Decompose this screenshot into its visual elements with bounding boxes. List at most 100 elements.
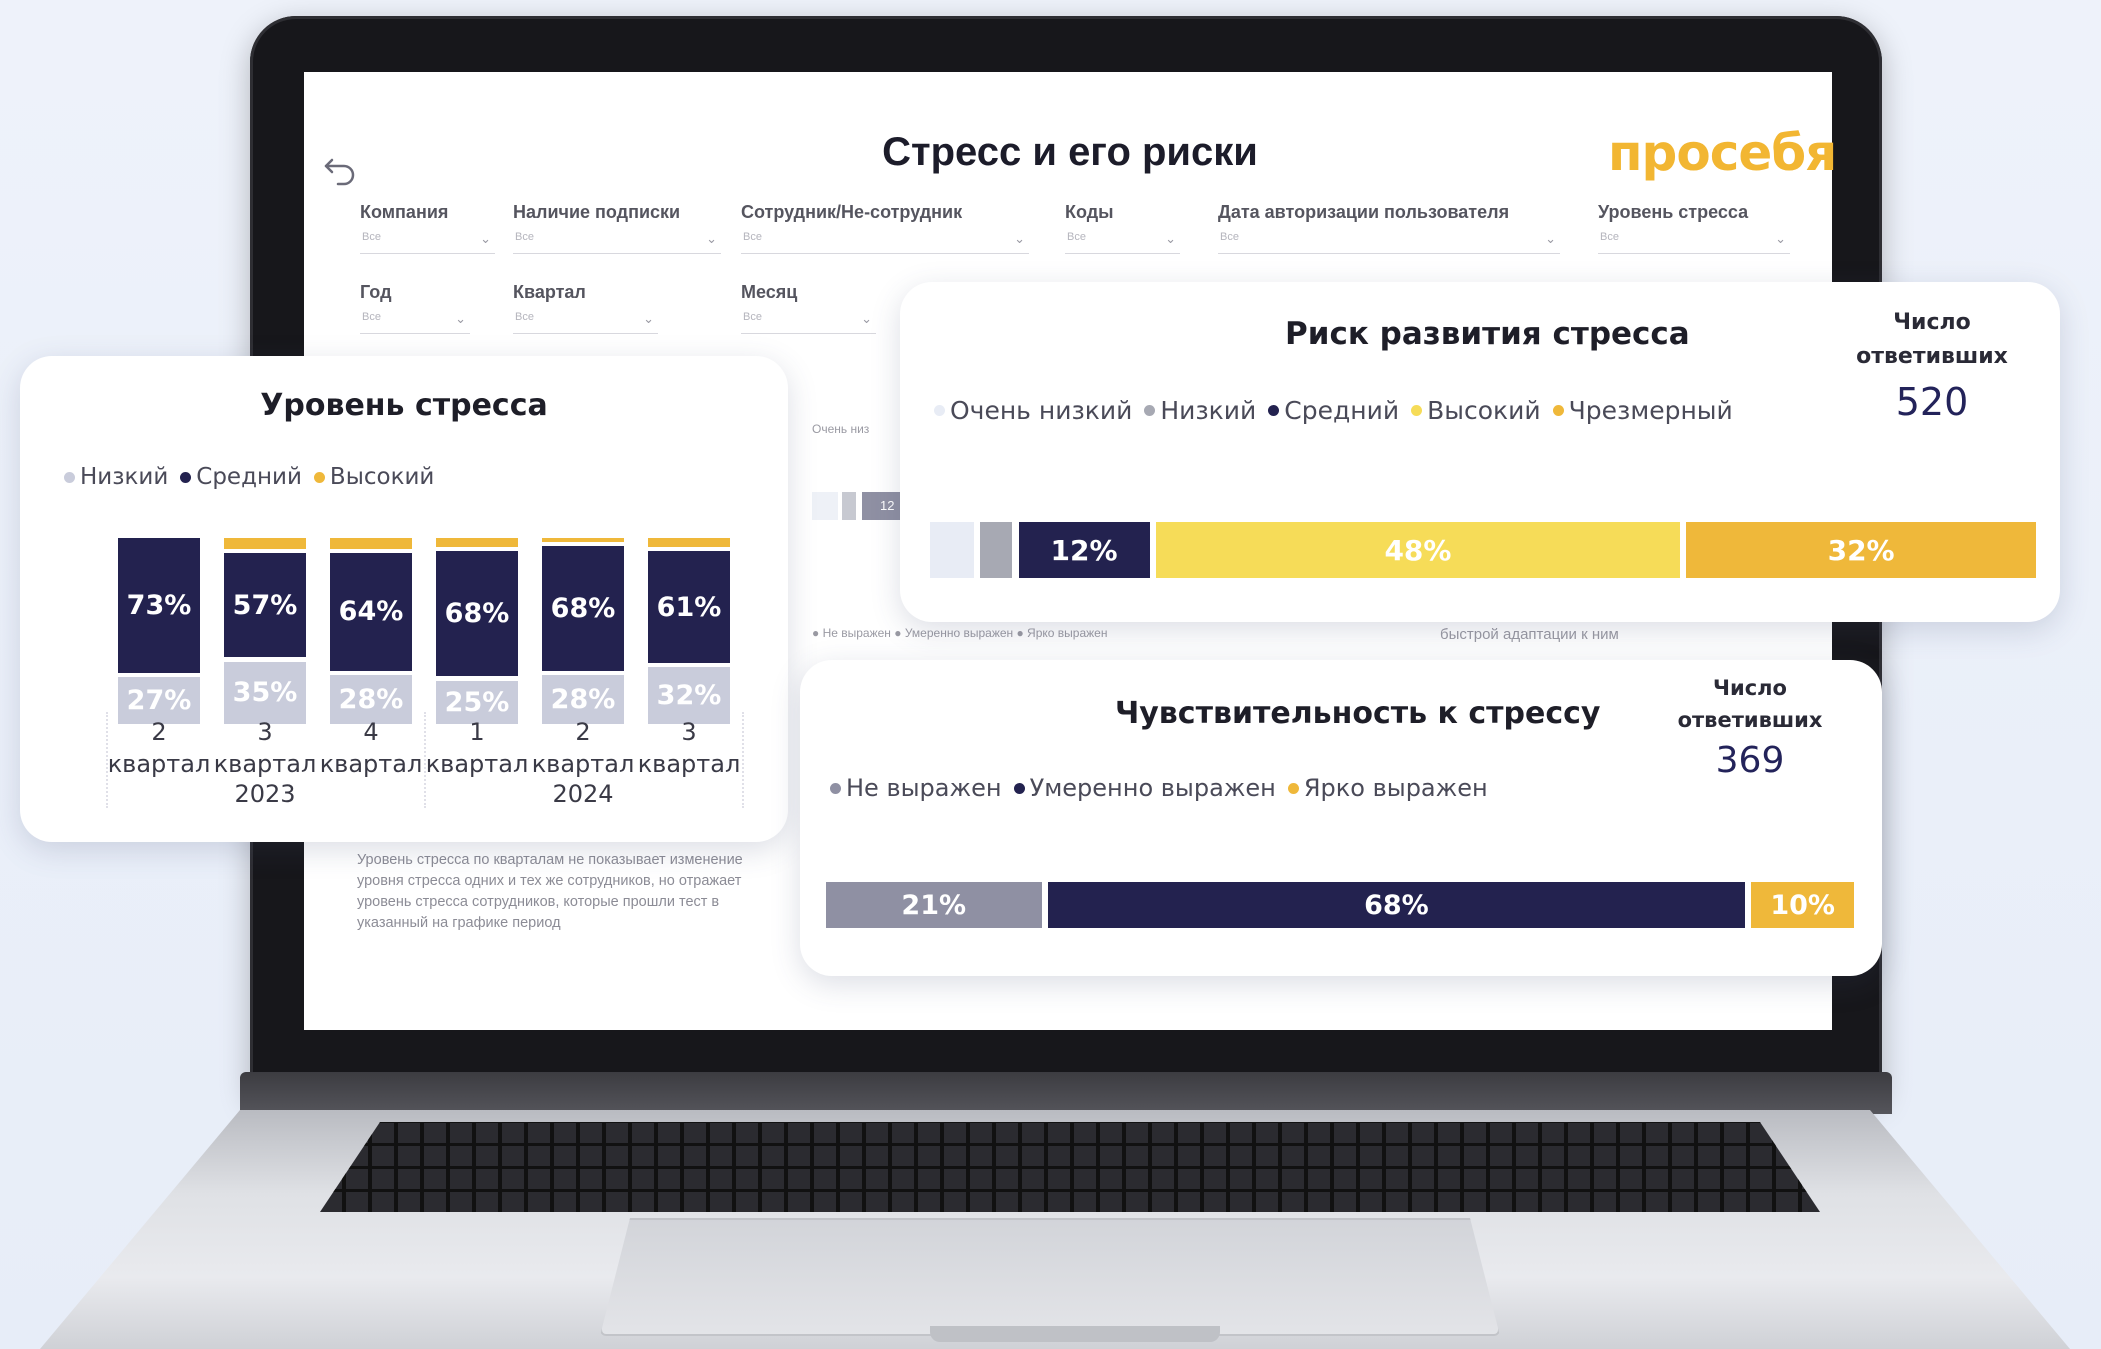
dashboard-title: Стресс и его риски (882, 130, 1258, 174)
group-separator (424, 712, 426, 808)
bar-segment-medium: 57% (224, 553, 306, 658)
respondents-label: Число ответивших (1660, 672, 1840, 736)
respondents-label-line: Число (1713, 676, 1787, 700)
bar-segment-medium: 68% (542, 545, 624, 671)
filter-select[interactable]: Все ⌄ (741, 231, 1029, 254)
chevron-down-icon: ⌄ (1545, 231, 1556, 246)
filter-value: Все (743, 231, 762, 243)
bar-segment-medium: 73% (118, 538, 200, 673)
bar-value-label: 68% (444, 598, 510, 630)
chevron-down-icon: ⌄ (861, 311, 872, 326)
bar-value-label: 12% (1050, 533, 1118, 567)
filter-year[interactable]: Год Все ⌄ (360, 282, 470, 334)
legend-item: Ярко выражен (1287, 774, 1488, 802)
filter-select[interactable]: Все ⌄ (1065, 231, 1180, 254)
bar-segment: 68% (1047, 882, 1746, 928)
bar-value-label: 64% (338, 596, 404, 628)
filter-employee[interactable]: Сотрудник/Не-сотрудник Все ⌄ (741, 202, 1029, 254)
legend-item: Умеренно выражен (1013, 774, 1276, 802)
filter-codes[interactable]: Коды Все ⌄ (1065, 202, 1180, 254)
filter-select[interactable]: Все ⌄ (741, 311, 876, 334)
filter-select[interactable]: Все ⌄ (513, 231, 721, 254)
legend-item: Чрезмерный (1552, 396, 1733, 425)
x-tick-label: 3 (257, 718, 273, 746)
bar-segment-high (224, 538, 306, 550)
bg-caption: быстрой адаптации к ним (1440, 626, 1619, 643)
brand-logo: просебя (1608, 124, 1837, 182)
bar-value-label: 28% (338, 683, 404, 715)
x-tick-label: 1 (469, 718, 485, 746)
bg-legend-very-low: Очень низ (812, 422, 870, 436)
group-separator (106, 712, 108, 808)
bg-bar-segment (842, 492, 856, 520)
chart-legend: Низкий Средний Высокий (64, 464, 446, 490)
legend-label: Высокий (1427, 396, 1541, 425)
bar-value-label: 27% (126, 684, 192, 716)
chart-legend: Не выражен Умеренно выражен Ярко выражен (830, 774, 1500, 802)
filter-quarter[interactable]: Квартал Все ⌄ (513, 282, 658, 334)
legend-label: Средний (1284, 396, 1400, 425)
filter-stress-level[interactable]: Уровень стресса Все ⌄ (1598, 202, 1790, 254)
bg-legend-sensitivity: ● Не выражен ● Умеренно выражен ● Ярко в… (812, 626, 1108, 640)
bar-segment: 32% (1686, 522, 2036, 578)
filter-label: Год (360, 282, 392, 302)
legend-dot (1552, 405, 1564, 416)
bar-value-label: 68% (1364, 889, 1429, 921)
stress-level-card: Уровень стресса Низкий Средний Высокий 2… (20, 356, 788, 842)
filter-select[interactable]: Все ⌄ (1218, 231, 1560, 254)
filter-label: Уровень стресса (1598, 202, 1749, 222)
bar-value-label: 35% (232, 677, 298, 709)
filter-label: Месяц (741, 282, 798, 302)
legend-label: Чрезмерный (1568, 396, 1733, 425)
respondents-label-line: ответивших (1856, 344, 2008, 369)
legend-item: Не выражен (830, 774, 1002, 802)
chevron-down-icon: ⌄ (480, 231, 491, 246)
filter-value: Все (1220, 231, 1239, 243)
bar-value-label: 10% (1770, 889, 1835, 921)
respondents-label-line: ответивших (1677, 708, 1823, 732)
filter-label: Компания (360, 202, 449, 222)
filter-company[interactable]: Компания Все ⌄ (360, 202, 495, 254)
x-tick-label: квартал (319, 750, 423, 778)
legend-item: Средний (1268, 396, 1399, 425)
filter-select[interactable]: Все ⌄ (360, 311, 470, 334)
bar-segment-medium: 64% (330, 553, 412, 671)
stress-note: Уровень стресса по кварталам не показыва… (357, 852, 743, 931)
bar-value-label: 57% (232, 589, 298, 621)
filter-value: Все (362, 311, 381, 323)
bar-value-label: 32% (1827, 533, 1895, 567)
legend-dot (1268, 405, 1280, 416)
legend-dot (1144, 405, 1156, 416)
laptop-notch (930, 1326, 1220, 1342)
filter-select[interactable]: Все ⌄ (1598, 231, 1790, 254)
legend-label: Не выражен (846, 774, 1002, 802)
bar-segment (930, 522, 974, 578)
legend-label: Высокий (329, 464, 435, 490)
respondents-count: 520 (1895, 380, 1969, 424)
card-title: Риск развития стресса (1285, 316, 1690, 352)
chevron-down-icon: ⌄ (455, 311, 466, 326)
bar-value-label: 68% (550, 592, 616, 624)
legend-dot (64, 471, 75, 483)
legend-label: Очень низкий (950, 396, 1133, 425)
back-arrow-icon[interactable] (320, 150, 360, 190)
legend-dot (180, 471, 192, 483)
bar-segment-high (542, 538, 624, 542)
legend-dot (830, 782, 841, 794)
x-tick-label: квартал (531, 750, 635, 778)
filter-value: Все (515, 231, 534, 243)
card-title: Чувствительность к стрессу (1115, 696, 1601, 731)
filter-label: Коды (1065, 202, 1114, 222)
x-tick-label: 3 (681, 718, 697, 746)
filter-select[interactable]: Все ⌄ (360, 231, 495, 254)
filter-value: Все (515, 311, 534, 323)
bar-segment-high (330, 538, 412, 550)
legend-dot (934, 405, 945, 416)
card-title: Уровень стресса (260, 388, 548, 423)
filter-auth-date[interactable]: Дата авторизации пользователя Все ⌄ (1218, 202, 1560, 254)
filter-select[interactable]: Все ⌄ (513, 311, 658, 334)
filter-subscription[interactable]: Наличие подписки Все ⌄ (513, 202, 721, 254)
filter-month[interactable]: Месяц Все ⌄ (741, 282, 876, 334)
bar-value-label: 73% (126, 589, 192, 621)
bar-segment (979, 522, 1013, 578)
